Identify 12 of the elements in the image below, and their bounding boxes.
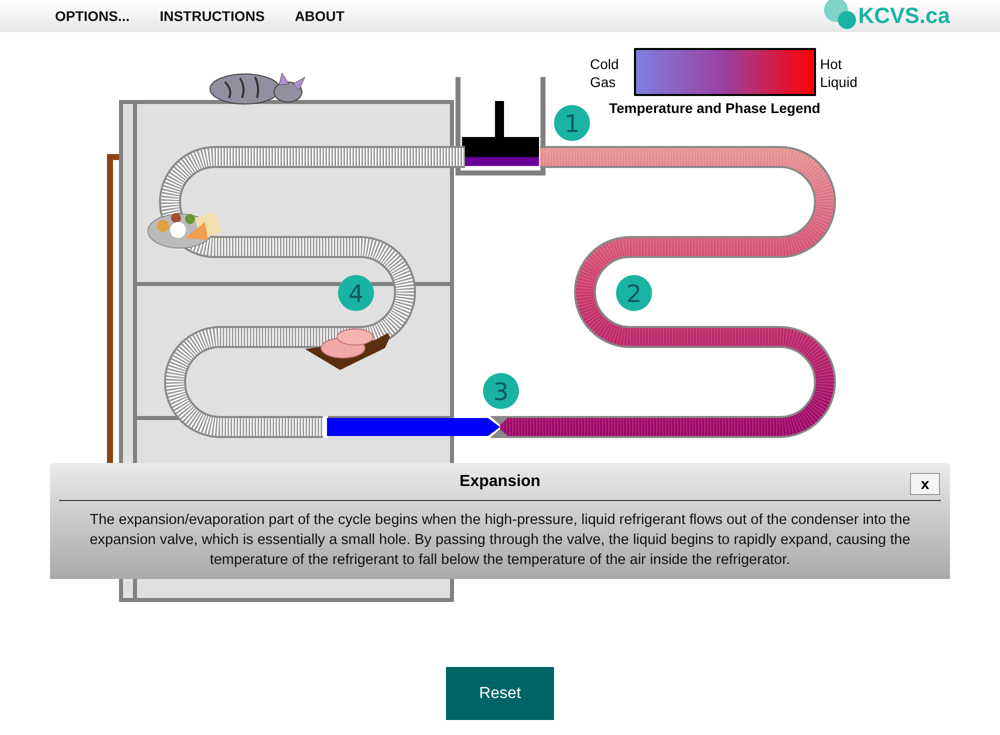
menu-link[interactable]: ABOUT xyxy=(294,8,344,24)
logo-text: KCVS.ca xyxy=(858,3,950,29)
logo-circles-icon xyxy=(823,0,858,31)
panel-title: Expansion xyxy=(460,472,540,490)
legend-hot-label: Hot Liquid xyxy=(820,55,858,91)
menu-link[interactable]: INSTRUCTIONS xyxy=(160,8,265,24)
legend-cold-label: Cold Gas xyxy=(590,55,619,91)
reset-button[interactable]: Reset xyxy=(446,667,554,720)
panel-text: The expansion/evaporation part of the cycle begins when the high-pressure, liquid refrigerant flows out of the condenser into the expansion valve, which is essentially a small hole. By passing through the valve, the liquid begins to rapidly expand, causing the temperature of the refrigerant to fall below the temperature of the air inside the refrigerator. xyxy=(88,511,912,570)
legend-title: Temperature and Phase Legend xyxy=(609,100,820,116)
menu-link[interactable]: OPTIONS... xyxy=(55,8,130,24)
close-button[interactable]: x xyxy=(910,473,940,495)
